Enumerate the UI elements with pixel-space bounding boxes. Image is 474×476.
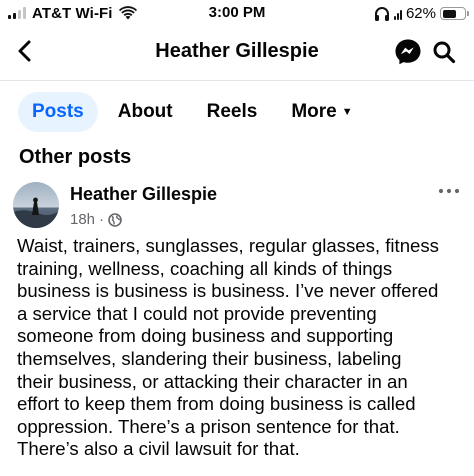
more-dots-icon[interactable] xyxy=(438,186,460,196)
post-time[interactable]: 18h xyxy=(70,211,95,228)
tab-posts[interactable]: Posts xyxy=(18,92,98,132)
globe-icon xyxy=(108,212,122,227)
post-author[interactable]: Heather Gillespie xyxy=(70,184,217,205)
tab-about[interactable]: About xyxy=(104,92,187,132)
messenger-icon[interactable] xyxy=(394,38,422,66)
profile-header: Heather Gillespie xyxy=(0,28,474,78)
battery-percent: 62% xyxy=(405,5,436,22)
tab-more[interactable]: More ▼ xyxy=(277,92,366,132)
battery-signal-icon xyxy=(393,8,402,20)
battery-icon xyxy=(440,7,469,20)
search-icon[interactable] xyxy=(432,40,456,64)
post-text: Waist, trainers, sunglasses, regular gla… xyxy=(17,235,439,460)
headphones-icon xyxy=(374,6,389,21)
status-right: 62% xyxy=(374,5,469,22)
avatar[interactable] xyxy=(13,182,59,228)
tab-reels[interactable]: Reels xyxy=(193,92,272,132)
avatar-photo xyxy=(13,182,59,228)
section-title: Other posts xyxy=(19,146,132,168)
profile-tabs: Posts About Reels More ▼ xyxy=(18,92,373,132)
post-meta: 18h · xyxy=(70,211,122,228)
caret-down-icon: ▼ xyxy=(341,106,353,118)
status-bar: AT&T Wi-Fi 3:00 PM 62% xyxy=(0,0,474,28)
header-divider xyxy=(0,80,474,81)
tab-more-label: More xyxy=(291,101,337,122)
battery-fill xyxy=(442,9,456,18)
meta-separator: · xyxy=(99,211,105,228)
